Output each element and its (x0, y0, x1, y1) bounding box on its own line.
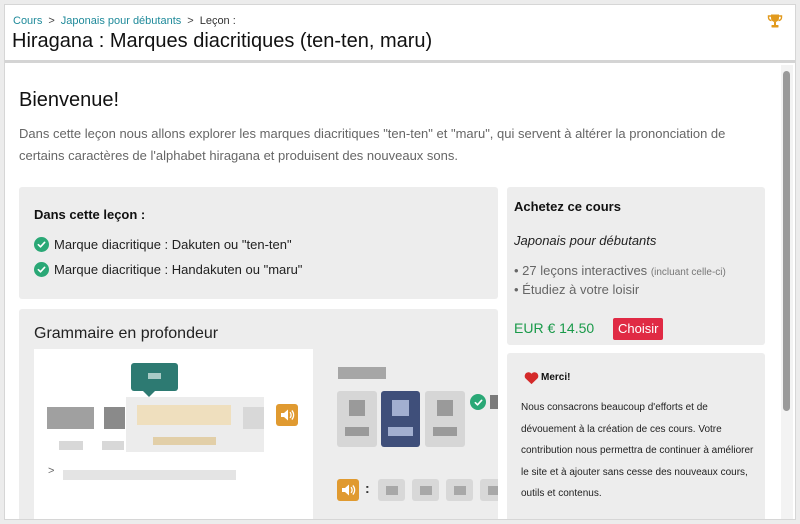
thanks-text: Nous consacrons beaucoup d'efforts et de… (521, 402, 754, 499)
app-frame: Cours > Japonais pour débutants > Leçon : Hi… (4, 4, 796, 520)
buy-course-panel: Achetez ce cours Japonais pour débutants… (507, 187, 765, 345)
text-placeholder (490, 395, 498, 409)
feature-note: (incluant celle-ci) (650, 267, 726, 278)
welcome-title: Bienvenue! (19, 89, 120, 111)
scrollbar-thumb[interactable] (783, 71, 790, 411)
word-block (104, 407, 125, 429)
prompt-glyph: > (48, 465, 55, 477)
lesson-contents-panel: Dans cette leçon : Marque diacritique : … (19, 187, 498, 299)
thanks-title: Merci! (541, 372, 571, 383)
kana-card (337, 391, 377, 447)
thanks-panel: Merci! Nous consacrons beaucoup d'effort… (507, 353, 765, 519)
breadcrumb-current: Leçon : (199, 15, 236, 27)
lesson-item-label: Marque diacritique : Handakuten ou "maru… (54, 262, 303, 277)
breadcrumb-separator: > (48, 15, 55, 27)
lesson-item[interactable]: Marque diacritique : Handakuten ou "maru… (34, 262, 302, 277)
lesson-contents-heading: Dans cette leçon : (34, 207, 146, 222)
grammar-illustration-cards[interactable]: : (324, 349, 498, 519)
breadcrumb-separator: > (187, 15, 194, 27)
feature-text: 27 leçons interactives (522, 263, 648, 278)
answer-slot (446, 479, 473, 501)
breadcrumb-link-courses[interactable]: Cours (13, 15, 42, 27)
answer-slot (412, 479, 439, 501)
lesson-item-label: Marque diacritique : Dakuten ou "ten-ten… (54, 237, 292, 252)
buy-course-name: Japonais pour débutants (514, 233, 657, 248)
tooltip-text-placeholder (148, 373, 161, 379)
text-placeholder (102, 441, 124, 450)
speaker-icon[interactable] (276, 404, 298, 426)
trophy-icon[interactable] (767, 13, 783, 29)
grammar-illustration[interactable]: > (34, 349, 313, 519)
tooltip-arrow (142, 390, 156, 397)
heart-icon (524, 372, 539, 385)
breadcrumb-link-course[interactable]: Japonais pour débutants (61, 15, 181, 27)
scrollbar[interactable] (781, 65, 793, 519)
price: EUR € 14.50 (514, 320, 595, 336)
lesson-content: Bienvenue! Dans cette leçon nous allons … (11, 65, 781, 519)
grammar-panel: Grammaire en profondeur >: (19, 309, 498, 519)
intro-text: Dans cette leçon nous allons explorer le… (19, 126, 726, 163)
feature-item: • Étudiez à votre loisir (514, 282, 640, 297)
check-circle-icon (34, 262, 49, 277)
check-circle-icon (34, 237, 49, 252)
speaker-icon[interactable] (337, 479, 359, 501)
buy-title: Achetez ce cours (514, 199, 621, 214)
answer-slot (480, 479, 498, 501)
choose-button[interactable]: Choisir (613, 318, 664, 340)
label-placeholder (338, 367, 386, 379)
word-block (243, 407, 264, 429)
kana-card (425, 391, 465, 447)
feature-text: Étudiez à votre loisir (522, 282, 640, 297)
lesson-item[interactable]: Marque diacritique : Dakuten ou "ten-ten… (34, 237, 292, 252)
page-header: Cours > Japonais pour débutants > Leçon : Hi… (5, 5, 795, 63)
highlight-underline (153, 437, 216, 445)
breadcrumb: Cours > Japonais pour débutants > Leçon : (13, 15, 236, 27)
buy-features: • 27 leçons interactives (incluant celle… (514, 263, 726, 301)
page-title: Hiragana : Marques diacritiques (ten-ten… (12, 30, 433, 52)
feature-item: • 27 leçons interactives (incluant celle… (514, 263, 726, 278)
text-placeholder (63, 470, 236, 480)
colon-glyph: : (365, 480, 370, 496)
grammar-title: Grammaire en profondeur (34, 325, 219, 342)
kana-card-selected (381, 391, 420, 447)
answer-slot (378, 479, 405, 501)
word-block (47, 407, 94, 429)
highlight-word (137, 405, 231, 425)
text-placeholder (59, 441, 83, 450)
check-circle-icon (470, 394, 486, 410)
